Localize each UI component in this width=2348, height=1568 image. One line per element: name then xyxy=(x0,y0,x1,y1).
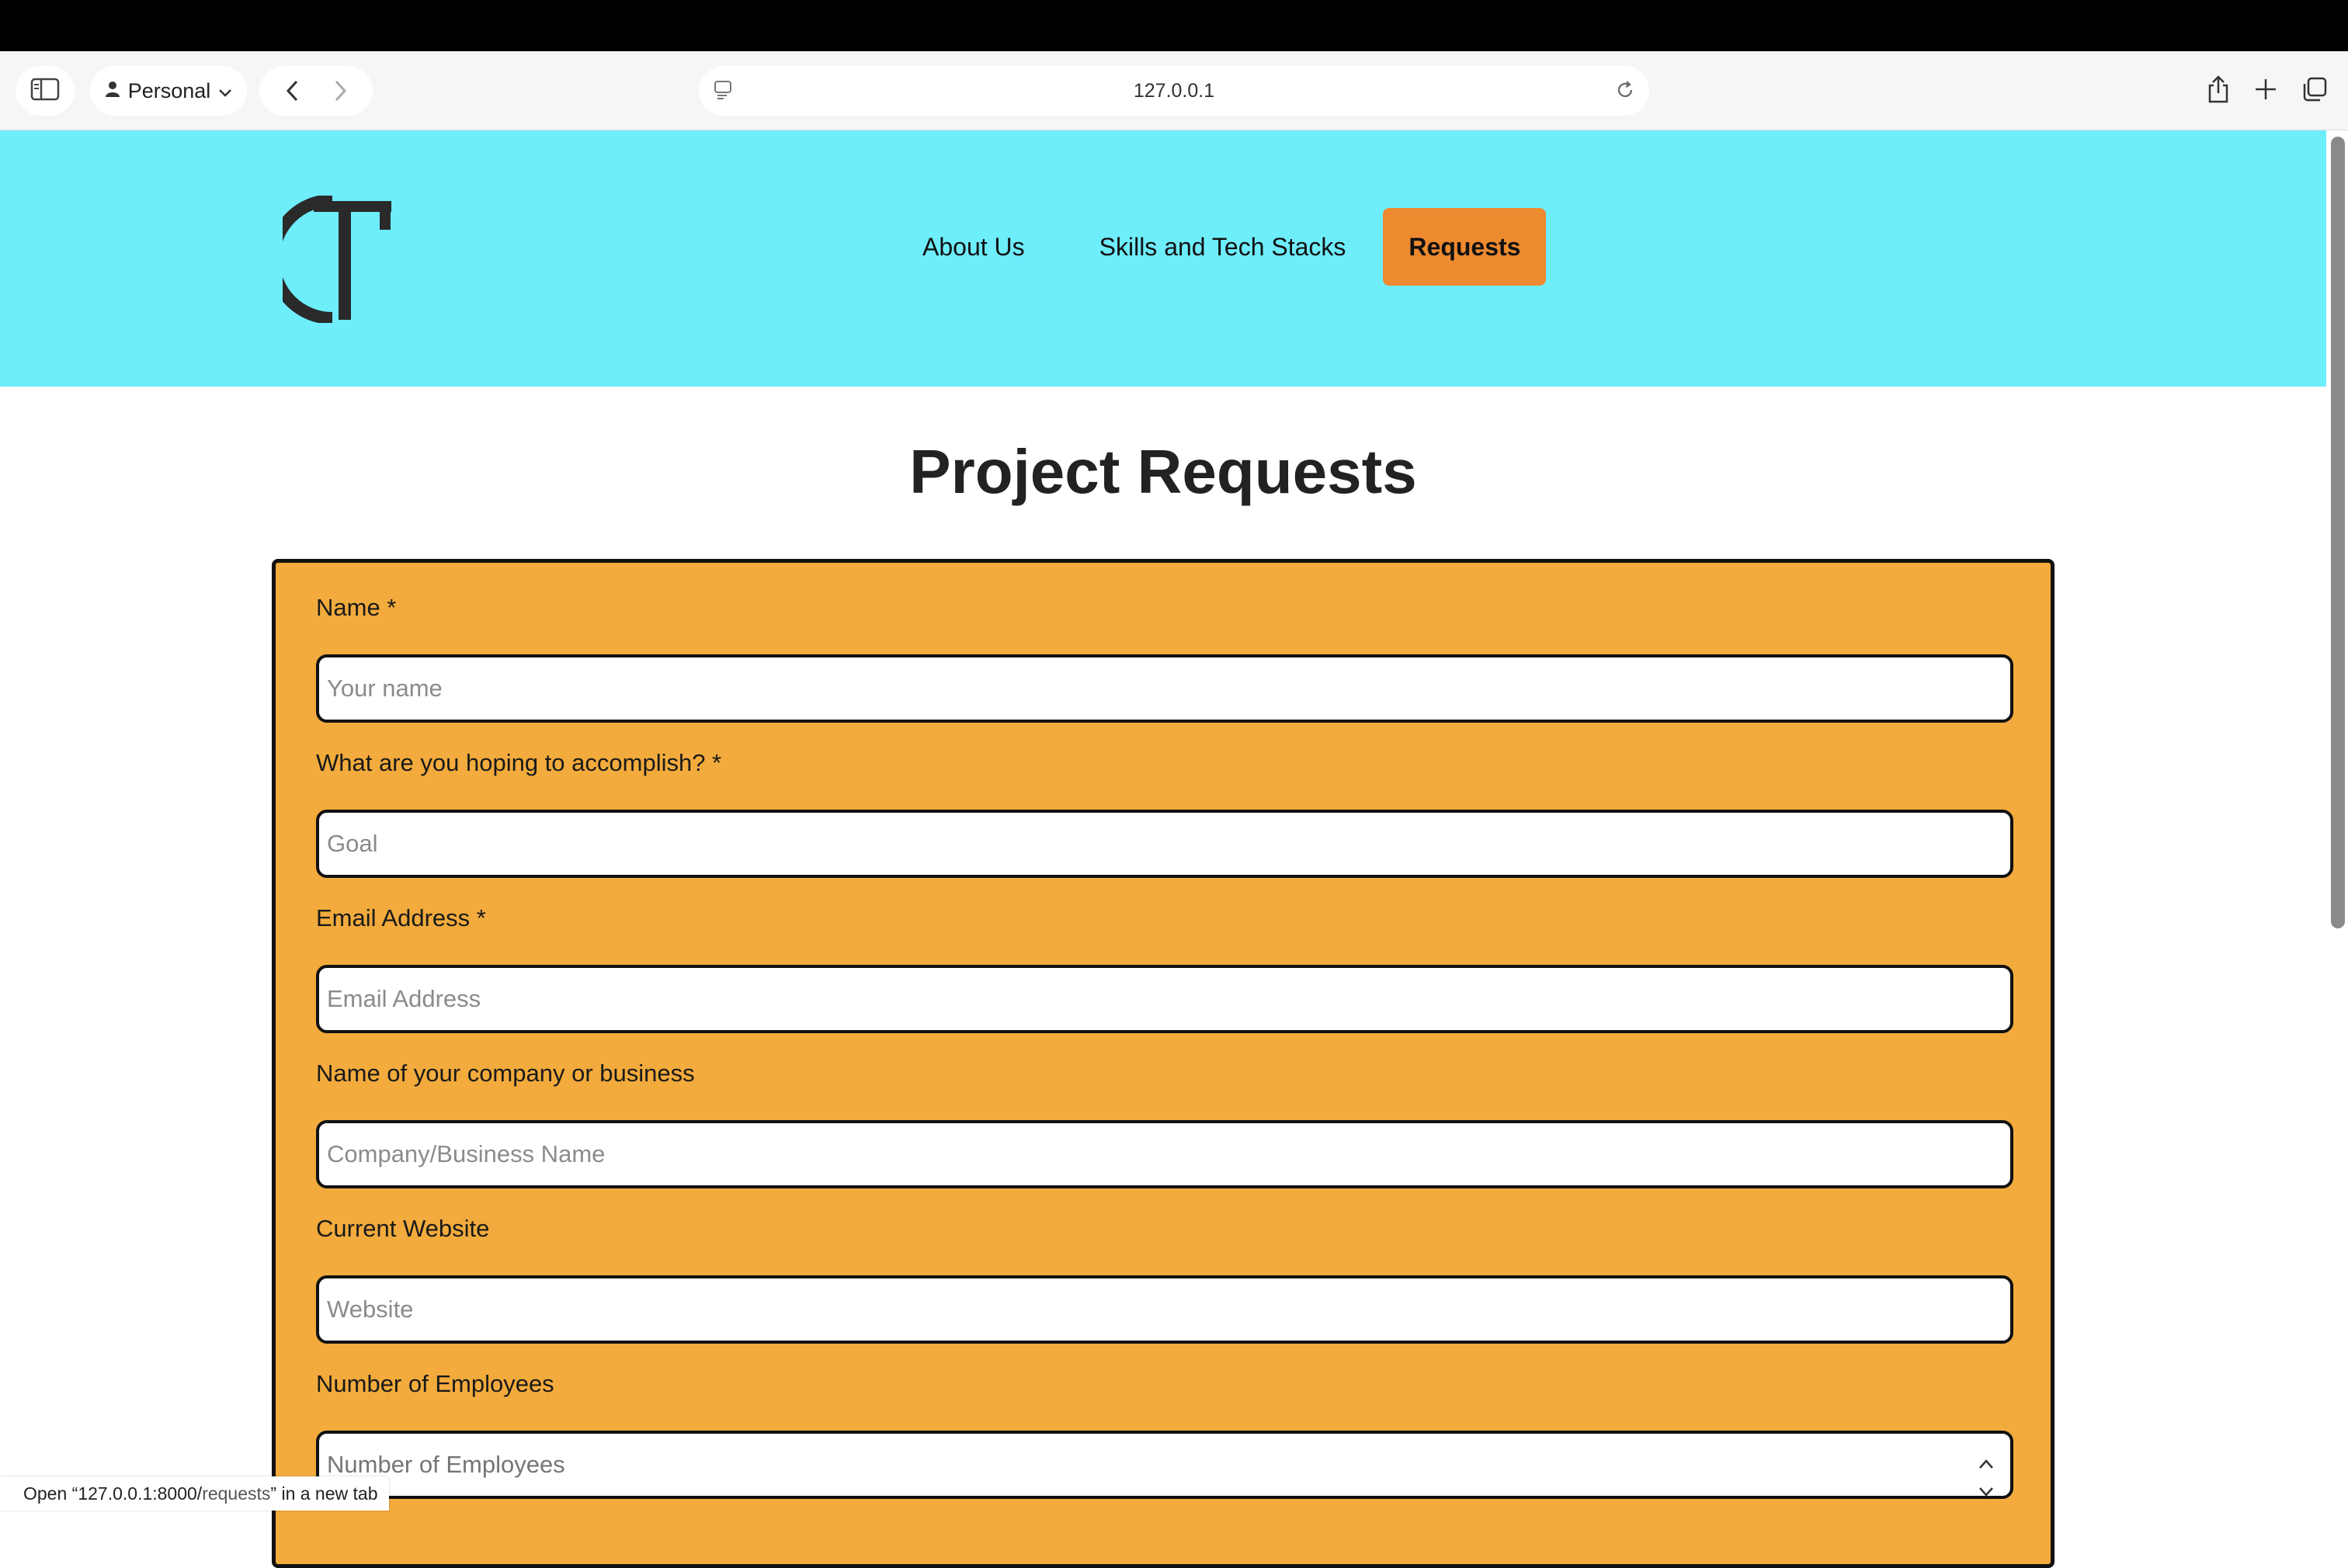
history-navigation xyxy=(259,66,373,116)
nav-requests-button[interactable]: Requests xyxy=(1383,208,1547,286)
back-icon[interactable] xyxy=(285,79,299,102)
email-label: Email Address * xyxy=(316,904,486,931)
sidebar-toggle-button[interactable] xyxy=(16,66,75,116)
name-input[interactable] xyxy=(316,654,2013,723)
profile-label: Personal xyxy=(127,78,211,102)
chevron-down-icon xyxy=(218,79,232,103)
status-path: requests xyxy=(202,1483,271,1504)
nav-skills[interactable]: Skills and Tech Stacks xyxy=(1062,208,1384,286)
number-stepper[interactable] xyxy=(1976,1448,1996,1497)
company-input[interactable] xyxy=(316,1120,2013,1188)
share-icon[interactable] xyxy=(2207,75,2230,108)
project-request-form: Name * What are you hoping to accomplish… xyxy=(272,559,2054,1568)
new-tab-icon[interactable] xyxy=(2254,78,2277,105)
stepper-up-icon[interactable] xyxy=(1978,1448,1995,1476)
status-suffix: ” in a new tab xyxy=(270,1483,378,1504)
status-prefix: Open “127.0.0.1:8000/ xyxy=(23,1483,203,1504)
reader-icon[interactable] xyxy=(711,78,735,107)
toolbar-right-actions xyxy=(2197,66,2337,116)
goal-label: What are you hoping to accomplish? * xyxy=(316,749,722,776)
name-label: Name * xyxy=(316,594,397,621)
browser-toolbar: Personal 127.0.0.1 xyxy=(0,51,2348,130)
nav-about-us[interactable]: About Us xyxy=(885,208,1062,286)
url-text: 127.0.0.1 xyxy=(1133,79,1215,102)
goal-input[interactable] xyxy=(316,810,2013,878)
reload-icon[interactable] xyxy=(1613,78,1637,107)
stepper-down-icon[interactable] xyxy=(1978,1476,1995,1504)
top-black-bar xyxy=(0,0,2348,51)
employees-input[interactable] xyxy=(319,1434,2010,1496)
site-header: About Us Skills and Tech Stacks Requests xyxy=(0,130,2326,387)
company-label: Name of your company or business xyxy=(316,1060,695,1087)
forward-icon[interactable] xyxy=(334,79,348,102)
link-status-bar: Open “127.0.0.1:8000/requests” in a new … xyxy=(0,1476,389,1511)
scrollbar-thumb[interactable] xyxy=(2331,137,2345,928)
employees-label: Number of Employees xyxy=(316,1370,554,1397)
website-input[interactable] xyxy=(316,1275,2013,1344)
main-nav: About Us Skills and Tech Stacks Requests xyxy=(885,208,1547,286)
page-title: Project Requests xyxy=(909,437,1417,506)
email-field[interactable] xyxy=(316,965,2013,1033)
profile-button[interactable]: Personal xyxy=(90,66,247,116)
tabs-overview-icon[interactable] xyxy=(2301,76,2328,106)
ct-logo[interactable] xyxy=(267,194,398,327)
website-label: Current Website xyxy=(316,1215,490,1242)
sidebar-icon xyxy=(30,78,60,105)
employees-field-wrapper xyxy=(316,1431,2013,1499)
person-icon xyxy=(105,79,120,103)
address-bar[interactable]: 127.0.0.1 xyxy=(699,66,1649,116)
